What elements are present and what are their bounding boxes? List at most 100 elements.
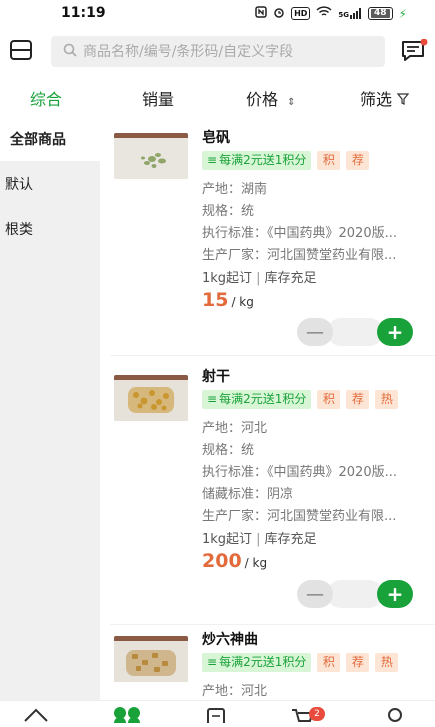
product-name[interactable]: 皂矾 xyxy=(202,127,230,147)
coin-icon: ≡ xyxy=(207,655,218,669)
price-unit: / kg xyxy=(231,295,254,309)
moq-text: 1kg起订 xyxy=(202,532,253,547)
product-price: 200/ kg xyxy=(202,550,267,572)
signal-label: 5G xyxy=(338,11,350,19)
standard-label: 执行标准： xyxy=(202,226,268,241)
nfc-icon xyxy=(255,6,267,21)
promo-text: 每满2元送1积分 xyxy=(219,153,307,167)
plus-button[interactable]: + xyxy=(377,580,413,608)
message-icon[interactable] xyxy=(401,38,429,63)
profile-icon[interactable] xyxy=(384,707,406,727)
product-order-info: 1kg起订 | 库存充足 xyxy=(202,528,316,547)
sort-bar: 综合 销量 价格 ⇕ 筛选 xyxy=(0,76,435,116)
spec-value: 统 xyxy=(241,443,255,458)
minus-button[interactable]: — xyxy=(297,318,333,346)
product-image[interactable] xyxy=(114,133,188,179)
product-tags: ≡ 每满2元送1积分 积 荐 热 xyxy=(202,390,399,409)
maker-value: 河北国赞堂药业有限... xyxy=(267,248,397,263)
maker-value: 河北国赞堂药业有限... xyxy=(267,509,397,524)
category-icon[interactable] xyxy=(113,706,141,727)
origin-value: 河北 xyxy=(241,421,268,436)
tag-recommend: 荐 xyxy=(346,653,370,672)
product-image[interactable] xyxy=(114,636,188,682)
signal-icon: 5G xyxy=(338,8,362,19)
product-origin: 产地：湖南 xyxy=(202,178,424,197)
origin-label: 产地： xyxy=(202,421,242,436)
coin-icon: ≡ xyxy=(207,392,218,406)
search-input[interactable] xyxy=(83,43,383,60)
promo-tag: ≡ 每满2元送1积分 xyxy=(202,151,312,170)
quantity-stepper: — + xyxy=(297,580,413,608)
tag-hot: 热 xyxy=(375,390,399,409)
quantity-stepper: — + xyxy=(297,318,413,346)
search-bar[interactable] xyxy=(51,36,385,67)
product-tags: ≡ 每满2元送1积分 积 荐 热 xyxy=(202,653,399,672)
status-bar: 11:19 HD 5G 48 ⚡ xyxy=(0,0,435,28)
product-storage: 储藏标准：阴凉 xyxy=(202,483,424,502)
product-spec: 规格：统 xyxy=(202,439,424,458)
product-order-info: 1kg起订 | 库存充足 xyxy=(202,267,316,286)
sort-tab-filter[interactable]: 筛选 xyxy=(360,86,410,110)
separator: | xyxy=(256,271,261,286)
product-spec: 规格：统 xyxy=(202,200,424,219)
sidebar-item-default[interactable]: 默认 xyxy=(0,161,100,206)
product-price: 15/ kg xyxy=(202,289,254,311)
spec-label: 规格： xyxy=(202,204,242,219)
moq-text: 1kg起订 xyxy=(202,271,253,286)
price-value: 15 xyxy=(202,289,229,311)
status-time: 11:19 xyxy=(61,5,106,21)
stock-text: 库存充足 xyxy=(264,532,317,547)
sidebar-item-all[interactable]: 全部商品 xyxy=(0,117,100,161)
sort-tab-sales[interactable]: 销量 xyxy=(142,86,174,110)
divider xyxy=(110,355,435,356)
plus-button[interactable]: + xyxy=(377,318,413,346)
storage-value: 阴凉 xyxy=(267,487,294,502)
quantity-input[interactable] xyxy=(327,318,383,346)
product-image[interactable] xyxy=(114,375,188,421)
product-list: 皂矾 ≡ 每满2元送1积分 积 荐 产地：湖南 规格：统 执行标准：《中国药典》2… xyxy=(100,117,435,702)
quantity-input[interactable] xyxy=(327,580,383,608)
standard-value: 《中国药典》2020版... xyxy=(267,226,397,241)
origin-value: 河北 xyxy=(241,684,268,699)
origin-label: 产地： xyxy=(202,182,242,197)
storage-label: 储藏标准： xyxy=(202,487,268,502)
separator: | xyxy=(256,532,261,547)
sort-tab-price[interactable]: 价格 ⇕ xyxy=(246,86,296,110)
bottom-nav xyxy=(0,700,435,727)
tag-points: 积 xyxy=(317,653,341,672)
product-maker: 生产厂家：河北国赞堂药业有限... xyxy=(202,244,424,263)
promo-text: 每满2元送1积分 xyxy=(219,392,307,406)
tag-points: 积 xyxy=(317,390,341,409)
spec-label: 规格： xyxy=(202,443,242,458)
product-name[interactable]: 射干 xyxy=(202,366,230,386)
sidebar-item-root[interactable]: 根类 xyxy=(0,206,100,251)
standard-label: 执行标准： xyxy=(202,465,268,480)
category-sidebar: 全部商品 默认 根类 xyxy=(0,117,100,722)
order-icon[interactable] xyxy=(205,707,227,727)
battery-level: 48 xyxy=(371,9,390,18)
promo-tag: ≡ 每满2元送1积分 xyxy=(202,390,312,409)
tag-points: 积 xyxy=(317,151,341,170)
product-origin: 产地：河北 xyxy=(202,417,424,436)
standard-value: 《中国药典》2020版... xyxy=(267,465,397,480)
minus-button[interactable]: — xyxy=(297,580,333,608)
product-tags: ≡ 每满2元送1积分 积 荐 xyxy=(202,151,370,170)
maker-label: 生产厂家： xyxy=(202,248,268,263)
scan-icon[interactable] xyxy=(9,39,33,61)
product-maker: 生产厂家：河北国赞堂药业有限... xyxy=(202,505,424,524)
sort-tab-price-label: 价格 xyxy=(246,90,279,109)
coin-icon: ≡ xyxy=(207,153,218,167)
maker-label: 生产厂家： xyxy=(202,509,268,524)
divider xyxy=(110,624,435,625)
tag-recommend: 荐 xyxy=(346,151,370,170)
promo-text: 每满2元送1积分 xyxy=(219,655,307,669)
filter-icon xyxy=(396,90,410,109)
tag-hot: 热 xyxy=(375,653,399,672)
wifi-icon xyxy=(316,6,332,21)
home-icon[interactable] xyxy=(23,707,49,727)
sort-tab-all[interactable]: 综合 xyxy=(30,86,62,110)
origin-label: 产地： xyxy=(202,684,242,699)
promo-tag: ≡ 每满2元送1积分 xyxy=(202,653,312,672)
product-name[interactable]: 炒六神曲 xyxy=(202,629,258,649)
stock-text: 库存充足 xyxy=(264,271,317,286)
